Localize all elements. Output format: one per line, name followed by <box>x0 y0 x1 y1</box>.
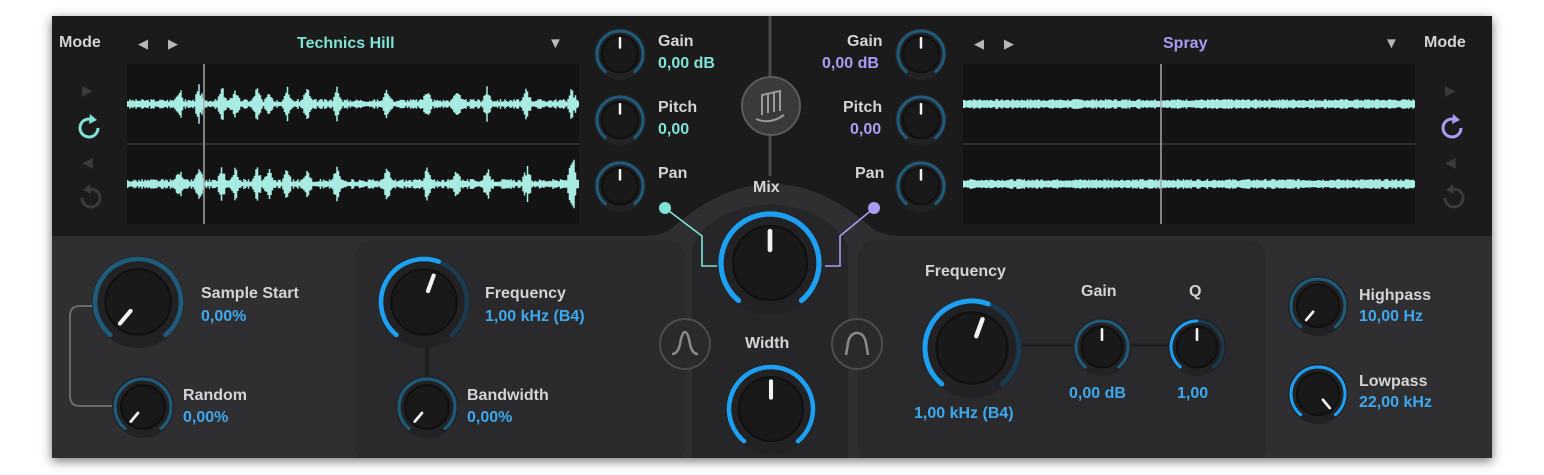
random-knob[interactable] <box>112 376 174 438</box>
lowpass-label: Lowpass <box>1359 373 1428 390</box>
left-pitch-knob[interactable] <box>594 94 646 146</box>
eq-q-value: 1,00 <box>1177 385 1209 402</box>
width-label: Width <box>745 335 790 352</box>
eq-frequency-label: Frequency <box>925 263 1006 280</box>
right-pitch-knob[interactable] <box>895 94 947 146</box>
left-play-forward-icon[interactable]: ▶ <box>82 82 93 99</box>
sample-start-value: 0,00% <box>201 308 247 325</box>
left-gain-label: Gain <box>658 33 694 50</box>
sample-start-label: Sample Start <box>201 285 299 302</box>
left-frequency-label: Frequency <box>485 285 566 302</box>
right-mode-label: Mode <box>1424 34 1466 51</box>
right-gain-value: 0,00 dB <box>822 55 879 72</box>
right-waveform-display[interactable] <box>963 64 1415 224</box>
right-loop-icon[interactable] <box>1437 112 1469 144</box>
right-bell-curve-icon[interactable] <box>830 317 884 371</box>
left-preset-name[interactable]: Technics Hill <box>297 35 395 53</box>
lowpass-knob[interactable] <box>1288 364 1348 424</box>
left-playback-modes: ▶ ◀ <box>60 74 120 230</box>
highpass-label: Highpass <box>1359 287 1432 304</box>
eq-frequency-value: 1,00 kHz (B4) <box>914 405 1014 422</box>
right-preset-name[interactable]: Spray <box>1163 35 1207 53</box>
left-waveform-display[interactable] <box>127 64 579 224</box>
mix-label: Mix <box>753 179 780 196</box>
highpass-value: 10,00 Hz <box>1359 308 1424 325</box>
right-prev-preset-icon[interactable]: ◀ <box>974 37 984 51</box>
right-pan-knob[interactable] <box>895 160 947 212</box>
right-pan-label: Pan <box>855 165 885 182</box>
random-value: 0,00% <box>183 409 229 426</box>
left-pitch-value: 0,00 <box>658 121 690 138</box>
left-frequency-value: 1,00 kHz (B4) <box>485 308 585 325</box>
right-preset-dropdown-icon[interactable]: ▼ <box>1384 36 1399 51</box>
bandwidth-label: Bandwidth <box>467 387 549 404</box>
left-next-preset-icon[interactable]: ▶ <box>168 37 178 51</box>
right-play-reverse-icon[interactable]: ◀ <box>1445 154 1456 171</box>
left-pan-knob[interactable] <box>594 160 646 212</box>
right-gain-knob[interactable] <box>895 28 947 80</box>
left-gain-knob[interactable] <box>594 28 646 80</box>
left-pan-label: Pan <box>658 165 688 182</box>
right-play-forward-icon[interactable]: ▶ <box>1445 82 1456 99</box>
eq-q-label: Q <box>1189 283 1202 300</box>
lowpass-value: 22,00 kHz <box>1359 394 1432 411</box>
left-gain-value: 0,00 dB <box>658 55 715 72</box>
width-knob[interactable] <box>726 364 816 454</box>
right-next-preset-icon[interactable]: ▶ <box>1004 37 1014 51</box>
left-reverse-loop-icon[interactable] <box>74 182 106 214</box>
right-pitch-label: Pitch <box>843 99 883 116</box>
left-mode-label: Mode <box>59 34 101 51</box>
right-reverse-loop-icon[interactable] <box>1437 182 1469 214</box>
right-gain-label: Gain <box>847 33 883 50</box>
eq-gain-value: 0,00 dB <box>1069 385 1126 402</box>
random-label: Random <box>183 387 247 404</box>
bandwidth-knob[interactable] <box>396 376 458 438</box>
left-play-reverse-icon[interactable]: ◀ <box>82 154 93 171</box>
mix-knob[interactable] <box>718 211 822 315</box>
eq-gain-label: Gain <box>1081 283 1117 300</box>
right-pitch-value: 0,00 <box>850 121 882 138</box>
music-notes-icon[interactable] <box>740 75 802 137</box>
sample-start-knob[interactable] <box>92 256 184 348</box>
left-preset-dropdown-icon[interactable]: ▼ <box>548 36 563 51</box>
left-prev-preset-icon[interactable]: ◀ <box>138 37 148 51</box>
left-pitch-label: Pitch <box>658 99 698 116</box>
highpass-knob[interactable] <box>1288 276 1348 336</box>
left-bell-curve-icon[interactable] <box>658 317 712 371</box>
left-frequency-knob[interactable] <box>378 256 470 348</box>
eq-gain-knob[interactable] <box>1073 318 1131 376</box>
eq-q-knob[interactable] <box>1168 318 1226 376</box>
right-playback-modes: ▶ ◀ <box>1423 74 1483 230</box>
plugin-window: Mode ◀ ▶ Technics Hill ▼ ▶ ◀ ◀ ▶ Spray ▼… <box>52 16 1492 458</box>
eq-frequency-knob[interactable] <box>922 298 1022 398</box>
bandwidth-value: 0,00% <box>467 409 513 426</box>
left-loop-icon[interactable] <box>74 112 106 144</box>
